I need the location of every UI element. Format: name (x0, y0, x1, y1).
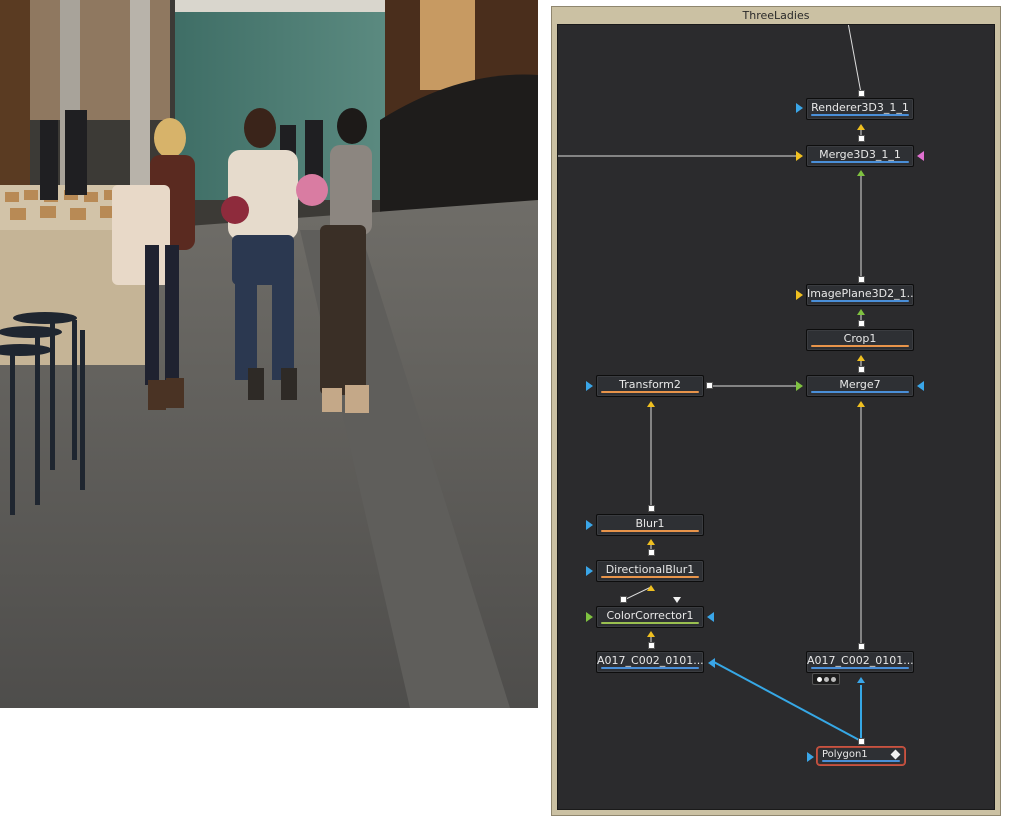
dirblur-mask-input-icon[interactable] (586, 566, 593, 576)
node-editor-canvas[interactable]: Renderer3D3_1_1 Merge3D3_1_1 ImagePlane3… (557, 24, 995, 810)
node-renderer3d[interactable]: Renderer3D3_1_1 (806, 98, 914, 120)
node-type-bar (601, 530, 699, 532)
node-label: A017_C002_0101... (597, 654, 704, 667)
node-label: Merge7 (839, 378, 881, 391)
node-label: ColorCorrector1 (606, 609, 694, 622)
blur1-input-icon[interactable] (647, 539, 655, 545)
node-directionalblur[interactable]: DirectionalBlur1 (596, 560, 704, 582)
node-type-bar (811, 114, 909, 116)
loader-left-mask-icon[interactable] (708, 658, 715, 668)
shopping-hall-photo (0, 0, 538, 708)
crop-output-port[interactable] (858, 320, 865, 327)
blur1-output-port[interactable] (648, 505, 655, 512)
node-label: Crop1 (843, 332, 877, 345)
node-label: DirectionalBlur1 (605, 563, 695, 576)
colorcorrector-extra-input-icon[interactable] (673, 597, 681, 603)
merge3d-background-input-icon[interactable] (857, 124, 865, 130)
merge7-foreground-input-icon[interactable] (796, 381, 803, 391)
node-crop[interactable]: Crop1 (806, 329, 914, 351)
merge3d-foreground-input-icon[interactable] (857, 170, 865, 176)
imageplane-material-input-icon[interactable] (857, 309, 865, 315)
node-merge3d[interactable]: Merge3D3_1_1 (806, 145, 914, 167)
transform2-input-icon[interactable] (647, 401, 655, 407)
loader-left-output-port[interactable] (648, 642, 655, 649)
node-label: Transform2 (619, 378, 681, 391)
colorcorrector-output-port[interactable] (620, 596, 627, 603)
node-label: Merge3D3_1_1 (819, 148, 901, 161)
polygon-output-port[interactable] (858, 738, 865, 745)
dirblur-output-port[interactable] (648, 549, 655, 556)
node-label: Renderer3D3_1_1 (811, 101, 909, 114)
blur1-mask-input-icon[interactable] (586, 520, 593, 530)
node-transform2[interactable]: Transform2 (596, 375, 704, 397)
node-label: Blur1 (635, 517, 665, 530)
colorcorrector-match-input-icon[interactable] (586, 612, 593, 622)
group-node-frame[interactable]: ThreeLadies Renderer3D3_1_1 Merge3D3_1_1… (551, 6, 1001, 816)
merge7-mask-input-icon[interactable] (917, 381, 924, 391)
dirblur-input-icon[interactable] (647, 585, 655, 591)
node-label: Polygon1 (822, 749, 868, 760)
transform2-output-port[interactable] (706, 382, 713, 389)
transform2-mask-input-icon[interactable] (586, 381, 593, 391)
crop-input-icon[interactable] (857, 355, 865, 361)
imageplane-input-icon[interactable] (796, 290, 803, 300)
node-imageplane3d[interactable]: ImagePlane3D2_1... (806, 284, 914, 306)
colorcorrector-input-icon[interactable] (647, 631, 655, 637)
merge3d-left-input-icon[interactable] (796, 151, 803, 161)
node-type-bar (811, 300, 909, 302)
node-loader-right[interactable]: A017_C002_0101... (806, 651, 914, 673)
node-type-bar (601, 391, 699, 393)
colorcorrector-mask-input-icon[interactable] (707, 612, 714, 622)
merge7-output-port[interactable] (858, 366, 865, 373)
connection-wires (558, 25, 862, 742)
merge3d-mask-input-icon[interactable] (917, 151, 924, 161)
node-loader-left[interactable]: A017_C002_0101... (596, 651, 704, 673)
viewer-image (0, 0, 538, 708)
node-blur1[interactable]: Blur1 (596, 514, 704, 536)
polygon-input-icon[interactable] (807, 752, 814, 762)
diamond-icon[interactable] (890, 749, 901, 760)
more-dots-icon[interactable] (812, 673, 840, 685)
node-type-bar (601, 667, 699, 669)
node-type-bar (811, 391, 909, 393)
node-type-bar (811, 345, 909, 347)
renderer-output-port[interactable] (858, 90, 865, 97)
renderer-input-icon[interactable] (796, 103, 803, 113)
group-title[interactable]: ThreeLadies (552, 9, 1000, 23)
imageplane-output-port[interactable] (858, 276, 865, 283)
node-label: ImagePlane3D2_1... (807, 287, 914, 300)
node-type-bar (601, 576, 699, 578)
merge7-background-input-icon[interactable] (857, 401, 865, 407)
node-type-bar (811, 161, 909, 163)
node-polygon[interactable]: Polygon1 (817, 747, 905, 765)
node-merge7[interactable]: Merge7 (806, 375, 914, 397)
loader-right-mask-icon[interactable] (857, 677, 865, 683)
renderer-bottom-port[interactable] (858, 135, 865, 142)
node-type-bar (601, 622, 699, 624)
node-type-bar (811, 667, 909, 669)
loader-right-output-port[interactable] (858, 643, 865, 650)
node-label: A017_C002_0101... (807, 654, 914, 667)
node-colorcorrector[interactable]: ColorCorrector1 (596, 606, 704, 628)
node-type-bar (822, 760, 900, 762)
